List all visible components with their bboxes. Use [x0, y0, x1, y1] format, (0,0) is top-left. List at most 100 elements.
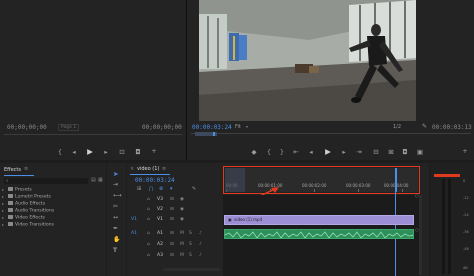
mute-button[interactable]: M — [180, 242, 184, 247]
comparison-view-icon[interactable]: ▣ — [416, 149, 424, 156]
effects-panel: Effects ≡ ⌕ ▤ ▦ ▸ Presets ▸ Lumetri Preset… — [0, 163, 106, 276]
effects-folder-item[interactable]: ▸ Audio Transitions — [2, 208, 54, 213]
vertical-scrollbar[interactable] — [419, 195, 422, 275]
slip-tool-icon[interactable]: ↔ — [113, 214, 118, 221]
audio-clip[interactable] — [224, 229, 414, 239]
fit-dropdown[interactable]: Fit — [235, 124, 241, 130]
wrench-icon[interactable]: ✎ — [192, 186, 196, 192]
program-playhead[interactable] — [213, 132, 215, 136]
mute-button[interactable]: M — [180, 231, 184, 236]
scroll-handle-icon[interactable]: ○ — [415, 227, 419, 232]
solo-button[interactable]: S — [189, 242, 192, 247]
sync-lock-icon[interactable]: ⊟ — [170, 231, 174, 236]
microphone-icon[interactable]: ♪ — [199, 253, 202, 258]
track-label: V3 — [157, 197, 163, 202]
mark-in-icon[interactable]: { — [56, 149, 64, 156]
lift-icon[interactable]: ⊟ — [372, 149, 380, 156]
eye-icon[interactable]: ◉ — [180, 217, 184, 222]
effects-panel-title[interactable]: Effects — [4, 167, 21, 173]
go-to-in-icon[interactable]: ⇤ — [292, 149, 300, 156]
folder-icon — [8, 201, 13, 205]
go-to-out-icon[interactable]: ⇥ — [355, 149, 363, 156]
add-marker-icon[interactable]: ▾ — [170, 186, 173, 192]
sequence-tab[interactable]: video (1) — [137, 166, 159, 172]
effects-folder-item[interactable]: ▸ Video Effects — [2, 215, 45, 220]
sync-lock-icon[interactable]: ⊟ — [170, 217, 174, 222]
snap-icon[interactable]: ⋂ — [149, 186, 153, 192]
type-tool-icon[interactable]: T — [113, 247, 117, 254]
track-row: ⌂ A2 ⊟ M S ♪ — [127, 240, 429, 250]
new-item-icon[interactable]: ▦ — [98, 177, 103, 183]
step-back-icon[interactable]: ◂ — [307, 149, 315, 156]
source-scrub-bar[interactable] — [4, 134, 182, 135]
effects-folder-item[interactable]: ▸ Lumetri Presets — [2, 194, 51, 199]
effects-folder-label: Audio Effects — [15, 201, 46, 207]
effects-folder-item[interactable]: ▸ Video Transitions — [2, 222, 54, 227]
meter-scale-label: -48 — [463, 247, 469, 251]
lock-icon[interactable]: ⌂ — [147, 253, 150, 258]
step-back-icon[interactable]: ◂ — [70, 149, 78, 156]
lock-icon[interactable]: ⌂ — [147, 207, 150, 212]
program-scrub-bar[interactable] — [191, 132, 471, 136]
camera-icon[interactable]: ◘ — [401, 149, 409, 156]
lock-icon[interactable]: ⌂ — [147, 197, 150, 202]
wrench-icon[interactable]: ✎ — [422, 123, 427, 130]
horizontal-zoom-scrollbar[interactable] — [163, 268, 221, 271]
effects-search-input[interactable]: ⌕ — [4, 178, 88, 184]
step-forward-icon[interactable]: ▸ — [340, 149, 348, 156]
add-button-icon[interactable]: + — [461, 148, 469, 155]
mute-button[interactable]: M — [180, 253, 184, 258]
caret-right-icon[interactable]: ▸ — [2, 208, 4, 213]
razor-tool-icon[interactable]: ✂ — [113, 203, 118, 210]
play-icon[interactable]: ▶ — [86, 148, 94, 156]
effects-folder-item[interactable]: ▸ Audio Effects — [2, 201, 46, 207]
eye-icon[interactable]: ◉ — [180, 197, 184, 202]
caret-right-icon[interactable]: ▸ — [2, 222, 4, 227]
source-patch-a1[interactable]: A1 — [131, 231, 137, 236]
timeline-playhead-handle[interactable] — [395, 168, 397, 192]
track-select-tool-icon[interactable]: ⇥ — [113, 181, 118, 188]
sync-lock-icon[interactable]: ⊟ — [170, 253, 174, 258]
microphone-icon[interactable]: ♪ — [199, 242, 202, 247]
lock-icon[interactable]: ⌂ — [147, 242, 150, 247]
resolution-dropdown[interactable]: 1/2 — [393, 124, 401, 130]
extract-icon[interactable]: ⊠ — [387, 149, 395, 156]
lock-icon[interactable]: ⌂ — [147, 231, 150, 236]
selection-tool-icon[interactable]: ➤ — [113, 170, 118, 178]
solo-button[interactable]: S — [189, 231, 192, 236]
effects-folder-item[interactable]: ▸ Presets — [2, 187, 32, 192]
solo-button[interactable]: S — [189, 253, 192, 258]
step-forward-icon[interactable]: ▸ — [102, 149, 110, 156]
play-icon[interactable]: ▶ — [324, 148, 332, 156]
caret-right-icon[interactable]: ▸ — [2, 194, 4, 199]
pen-tool-icon[interactable]: ✒ — [113, 225, 118, 232]
caret-right-icon[interactable]: ▸ — [2, 215, 4, 220]
panel-menu-icon[interactable]: ≡ — [24, 166, 28, 172]
caret-right-icon[interactable]: ▸ — [2, 201, 4, 206]
mark-out-icon[interactable]: } — [278, 149, 286, 156]
marker-icon[interactable]: ◆ — [250, 149, 258, 156]
ripple-edit-tool-icon[interactable]: ⟷ — [113, 192, 122, 199]
microphone-icon[interactable]: ♪ — [199, 231, 202, 236]
insert-icon[interactable]: ⊡ — [118, 149, 126, 156]
new-bin-icon[interactable]: ▤ — [91, 177, 96, 183]
add-button-icon[interactable]: + — [150, 148, 158, 155]
caret-right-icon[interactable]: ▸ — [2, 187, 4, 192]
nest-icon[interactable]: ⊞ — [137, 186, 141, 192]
close-tab-icon[interactable]: × — [130, 166, 134, 172]
fit-chevron-icon[interactable]: ▾ — [246, 124, 248, 129]
video-clip[interactable]: ▣ video (1).mp4 — [224, 215, 414, 225]
source-patch-v1[interactable]: V1 — [131, 217, 137, 222]
mark-in-icon[interactable]: { — [265, 149, 273, 156]
source-page-dropdown[interactable]: Page 1 — [58, 124, 80, 131]
lock-icon[interactable]: ⌂ — [147, 217, 150, 222]
panel-menu-icon[interactable]: ≡ — [162, 166, 166, 172]
camera-icon[interactable]: ◘ — [134, 149, 142, 156]
sync-lock-icon[interactable]: ⊟ — [170, 207, 174, 212]
scroll-handle-icon[interactable]: ○ — [415, 193, 419, 198]
hand-tool-icon[interactable]: ✋ — [113, 236, 120, 243]
sync-lock-icon[interactable]: ⊟ — [170, 197, 174, 202]
linked-selection-icon[interactable]: ⊗ — [159, 186, 163, 192]
eye-icon[interactable]: ◉ — [180, 207, 184, 212]
sync-lock-icon[interactable]: ⊟ — [170, 242, 174, 247]
